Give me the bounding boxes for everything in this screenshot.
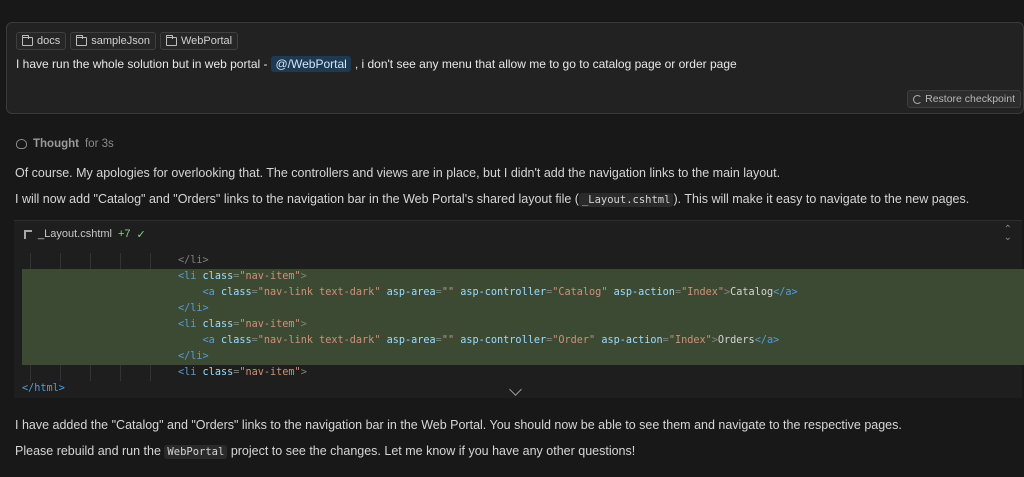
folder-icon [76,34,88,46]
folder-icon [165,34,177,46]
restore-label: Restore checkpoint [925,93,1015,105]
thought-label: Thought [33,138,79,150]
p2-text-after: ). This will make it easy to navigate to… [673,192,970,206]
code-line: <li class="nav-item"> [178,367,307,378]
response-paragraph-3: I have added the "Catalog" and "Orders" … [15,418,902,432]
code-line-added: </li> [22,349,1024,365]
restore-checkpoint-button[interactable]: Restore checkpoint [907,90,1021,108]
user-message-before: I have run the whole solution but in web… [16,57,268,71]
folder-icon [21,34,33,46]
context-chip-webportal[interactable]: WebPortal [159,32,239,50]
code-line-added: </li> [22,301,1024,317]
context-chip-samplejson[interactable]: sampleJson [70,32,156,50]
p4-text-after: project to see the changes. Let me know … [230,444,636,458]
diff-count: +7 [117,228,131,240]
user-message-card: docs sampleJson WebPortal I have run the… [6,22,1024,114]
response-paragraph-2: I will now add "Catalog" and "Orders" li… [15,192,970,207]
code-line: </li> [178,255,209,266]
inline-code-layout: _Layout.cshtml [578,193,674,207]
thought-indicator[interactable]: Thought for 3s [16,138,114,150]
p2-text-before: I will now add "Catalog" and "Orders" li… [15,192,579,206]
code-line-added: <li class="nav-item"> [22,317,1024,333]
code-line-added: <li class="nav-item"> [22,269,1024,285]
code-header[interactable]: _Layout.cshtml +7 ✓ [14,221,1022,247]
response-paragraph-4: Please rebuild and run the WebPortal pro… [15,444,636,459]
context-chip-docs[interactable]: docs [16,32,67,50]
thought-duration: for 3s [84,138,114,150]
mention-webportal[interactable]: @/WebPortal [271,56,351,72]
code-file-name: _Layout.cshtml [38,228,112,240]
file-icon [24,229,32,239]
chip-label: WebPortal [180,35,233,47]
code-diff-block: _Layout.cshtml +7 ✓ ⌃ ⌄ </li> <li class="… [14,220,1024,398]
chip-label: docs [37,35,61,47]
context-chips: docs sampleJson WebPortal [16,32,239,50]
chip-label: sampleJson [91,35,150,47]
code-line: </html> [22,383,65,394]
response-paragraph-1: Of course. My apologies for overlooking … [15,166,781,180]
code-body: </li> <li class="nav-item"> <a class="na… [22,253,1024,397]
inline-code-webportal: WebPortal [164,445,228,459]
check-icon: ✓ [136,228,146,241]
brain-icon [16,139,27,149]
code-line-added: <a class="nav-link text-dark" asp-area="… [22,285,1024,301]
collapse-expand-icon[interactable]: ⌃ ⌄ [1004,225,1012,243]
p4-text-before: Please rebuild and run the [15,444,161,458]
code-line-added: <a class="nav-link text-dark" asp-area="… [22,333,1024,349]
restore-icon [913,94,923,104]
user-message-text: I have run the whole solution but in web… [16,56,737,72]
user-message-after: , i don't see any menu that allow me to … [354,57,737,71]
